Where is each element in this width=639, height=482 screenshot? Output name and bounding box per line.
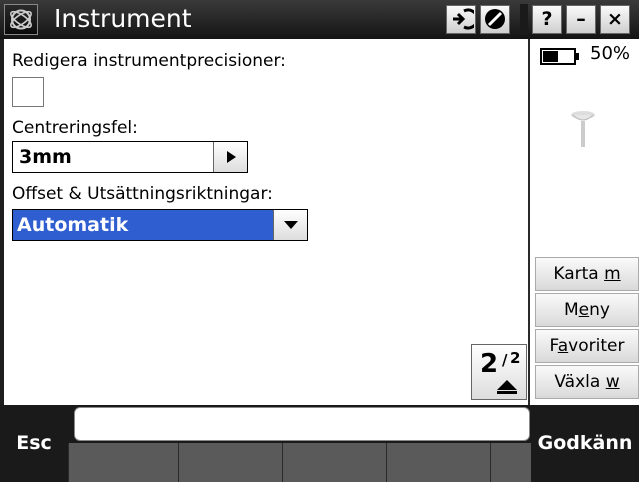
esc-button[interactable]: Esc bbox=[0, 405, 68, 482]
close-button[interactable]: × bbox=[600, 5, 630, 34]
dropdown-arrow-button[interactable] bbox=[273, 210, 307, 240]
menu-favorites-label-rest: voriter bbox=[568, 336, 625, 356]
titlebar-divider bbox=[520, 4, 528, 35]
offset-label: Offset & Utsättningsriktningar: bbox=[12, 184, 273, 204]
menu-favorites-shortcut: a bbox=[557, 336, 569, 356]
page-up-arrow-icon bbox=[497, 380, 517, 394]
form-area: Redigera instrumentprecisioner: Centreri… bbox=[0, 39, 530, 405]
page-current: 2 bbox=[480, 349, 499, 379]
menu-map-button[interactable]: Karta m bbox=[535, 257, 639, 291]
centering-expand-button[interactable] bbox=[213, 142, 247, 172]
menu-map-shortcut: m bbox=[604, 264, 621, 284]
trimble-globe-icon[interactable] bbox=[4, 4, 38, 35]
side-panel: 50% Karta m Meny Favoriter Växla w bbox=[530, 39, 639, 405]
offset-dropdown[interactable]: Automatik bbox=[12, 209, 308, 241]
soft-key-5[interactable] bbox=[490, 443, 531, 482]
gnss-receiver-icon[interactable] bbox=[568, 107, 598, 149]
accept-button[interactable]: Godkänn bbox=[531, 405, 639, 482]
arrow-in-icon bbox=[453, 8, 479, 30]
menu-favorites-label: F bbox=[549, 336, 558, 356]
menu-menu-label: M bbox=[564, 300, 579, 320]
precision-checkbox[interactable] bbox=[12, 77, 44, 107]
triangle-right-icon bbox=[226, 151, 236, 163]
connect-button[interactable] bbox=[446, 5, 479, 34]
page-indicator-button[interactable]: 2 / 2 bbox=[471, 344, 527, 400]
battery-percent: 50% bbox=[590, 43, 631, 64]
offset-selected-value: Automatik bbox=[13, 210, 275, 240]
minimize-button[interactable]: – bbox=[566, 5, 596, 34]
chevron-down-icon bbox=[283, 221, 298, 229]
help-button[interactable]: ? bbox=[532, 5, 562, 34]
page-total: 2 bbox=[510, 349, 521, 367]
menu-menu-shortcut: e bbox=[578, 300, 590, 320]
menu-menu-button[interactable]: Meny bbox=[535, 293, 639, 327]
soft-key-4[interactable] bbox=[386, 443, 490, 482]
window-title: Instrument bbox=[54, 4, 192, 33]
soft-key-2[interactable] bbox=[178, 443, 282, 482]
menu-favorites-button[interactable]: Favoriter bbox=[535, 329, 639, 363]
title-bar: Instrument ? – × bbox=[0, 0, 639, 39]
menu-switch-shortcut: w bbox=[605, 372, 620, 392]
soft-key-3[interactable] bbox=[282, 443, 386, 482]
centering-label: Centreringsfel: bbox=[12, 118, 138, 138]
menu-map-label: Karta bbox=[553, 264, 605, 284]
soft-key-1[interactable] bbox=[68, 443, 178, 482]
no-entry-icon bbox=[485, 9, 505, 29]
centering-value: 3mm bbox=[19, 146, 72, 168]
battery-icon bbox=[540, 48, 579, 65]
precision-label: Redigera instrumentprecisioner: bbox=[12, 51, 286, 71]
menu-switch-button[interactable]: Växla w bbox=[535, 365, 639, 399]
menu-switch-label: Växla bbox=[554, 372, 606, 392]
disable-button[interactable] bbox=[480, 5, 510, 34]
menu-menu-label-rest: ny bbox=[589, 300, 610, 320]
centering-field[interactable]: 3mm bbox=[12, 141, 248, 173]
bottom-bar: Esc Godkänn bbox=[0, 405, 639, 482]
status-line bbox=[74, 407, 530, 441]
